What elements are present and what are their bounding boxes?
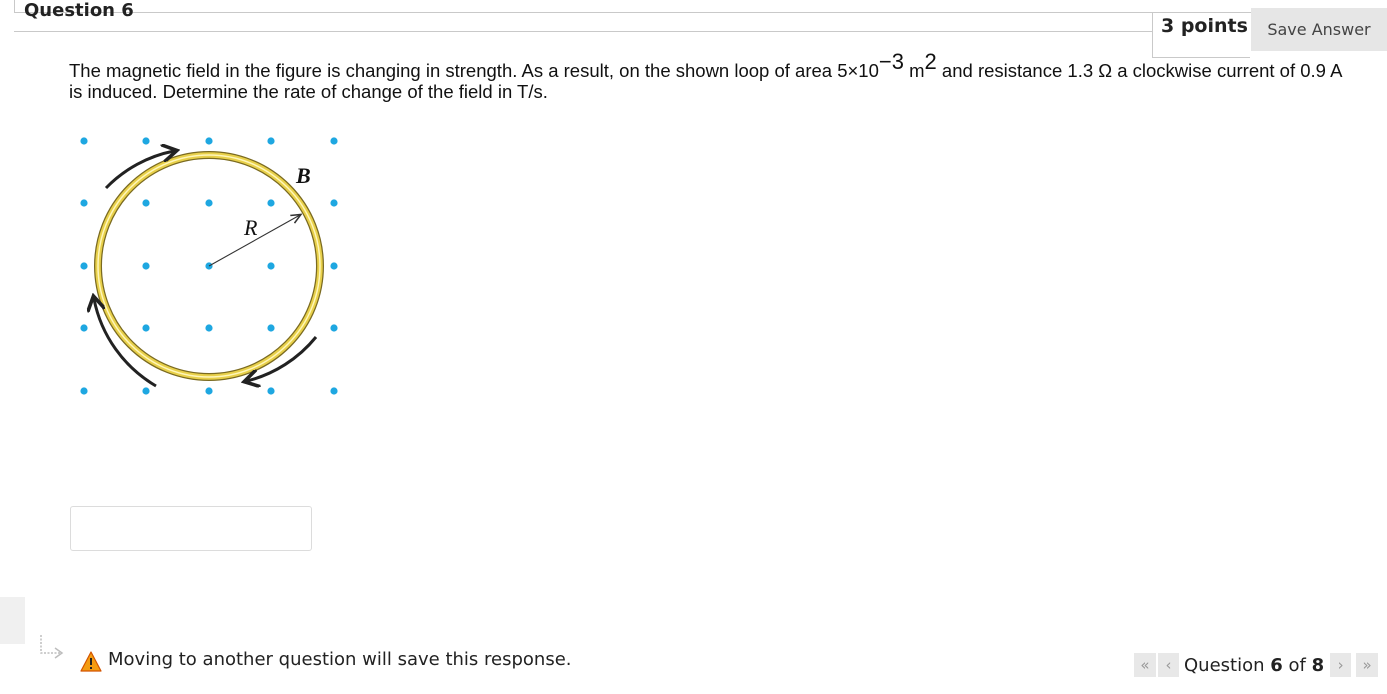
last-question-button[interactable]: » [1356, 653, 1379, 677]
exponent-squared: 2 [924, 48, 937, 74]
answer-input[interactable] [70, 506, 312, 551]
question-text: The magnetic field in the figure is chan… [69, 50, 1359, 102]
save-notice: Moving to another question will save thi… [108, 649, 572, 670]
radius-label: R [243, 215, 258, 240]
question-navigation: « ‹ Question 6 of 8 › » [1134, 652, 1380, 678]
unit-m: m [903, 60, 925, 81]
magnetic-field-figure: R B [80, 137, 338, 395]
header-bottom-divider [14, 31, 1153, 32]
save-answer-button[interactable]: Save Answer [1251, 8, 1387, 51]
warning-icon [80, 651, 102, 672]
question-text-part1: The magnetic field in the figure is chan… [69, 60, 879, 81]
field-label: B [295, 163, 311, 188]
return-arrow-icon [40, 635, 64, 659]
points-box: 3 points [1152, 13, 1250, 58]
of-word: of [1288, 654, 1306, 676]
current-question-number: 6 [1270, 654, 1283, 676]
total-questions: 8 [1311, 654, 1325, 676]
points-label: 3 points [1161, 15, 1248, 37]
previous-question-button[interactable]: ‹ [1158, 653, 1179, 677]
assessment-page: Question 6 3 points Save Answer The magn… [0, 0, 1387, 694]
question-title: Question 6 [24, 0, 134, 21]
question-word: Question [1184, 654, 1265, 676]
question-position: Question 6 of 8 [1184, 655, 1324, 676]
next-question-button[interactable]: › [1330, 653, 1352, 677]
exponent-area: −3 [878, 48, 904, 74]
left-side-tab[interactable] [0, 597, 25, 644]
first-question-button[interactable]: « [1134, 653, 1156, 677]
